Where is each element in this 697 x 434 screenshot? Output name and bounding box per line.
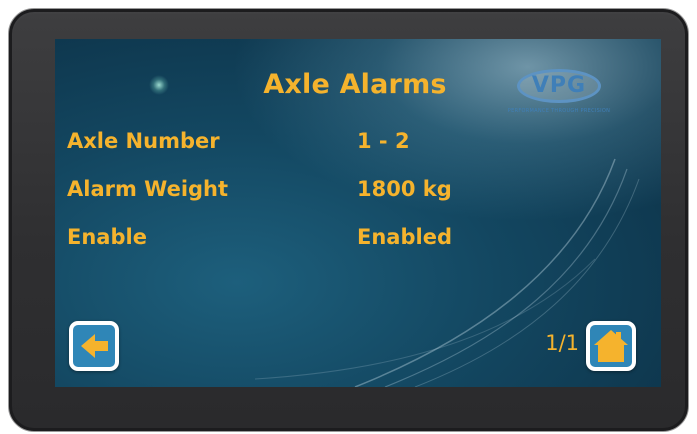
logo-tagline: PERFORMANCE THROUGH PRECISION xyxy=(507,108,611,114)
field-label: Alarm Weight xyxy=(67,177,229,201)
vpg-logo: VPG PERFORMANCE THROUGH PRECISION xyxy=(499,65,619,127)
home-button[interactable] xyxy=(586,321,636,371)
display-screen: Axle Alarms VPG PERFORMANCE THROUGH PREC… xyxy=(55,39,661,387)
field-value[interactable]: 1 - 2 xyxy=(357,129,410,153)
logo-mark: VPG xyxy=(517,69,601,103)
arrow-left-icon xyxy=(81,334,108,358)
field-value[interactable]: 1800 kg xyxy=(357,177,452,201)
page-indicator: 1/1 xyxy=(545,331,579,355)
light-sparkle xyxy=(149,75,169,95)
field-row-axle-number[interactable]: Axle Number 1 - 2 xyxy=(67,129,627,159)
logo-text: VPG xyxy=(531,73,587,98)
page-title: Axle Alarms xyxy=(263,69,447,100)
field-label: Axle Number xyxy=(67,129,220,153)
field-label: Enable xyxy=(67,225,147,249)
field-row-alarm-weight[interactable]: Alarm Weight 1800 kg xyxy=(67,177,627,207)
home-icon xyxy=(594,330,628,362)
device-bezel: Axle Alarms VPG PERFORMANCE THROUGH PREC… xyxy=(8,8,689,432)
back-button[interactable] xyxy=(69,321,119,371)
field-row-enable[interactable]: Enable Enabled xyxy=(67,225,627,255)
field-value[interactable]: Enabled xyxy=(357,225,452,249)
